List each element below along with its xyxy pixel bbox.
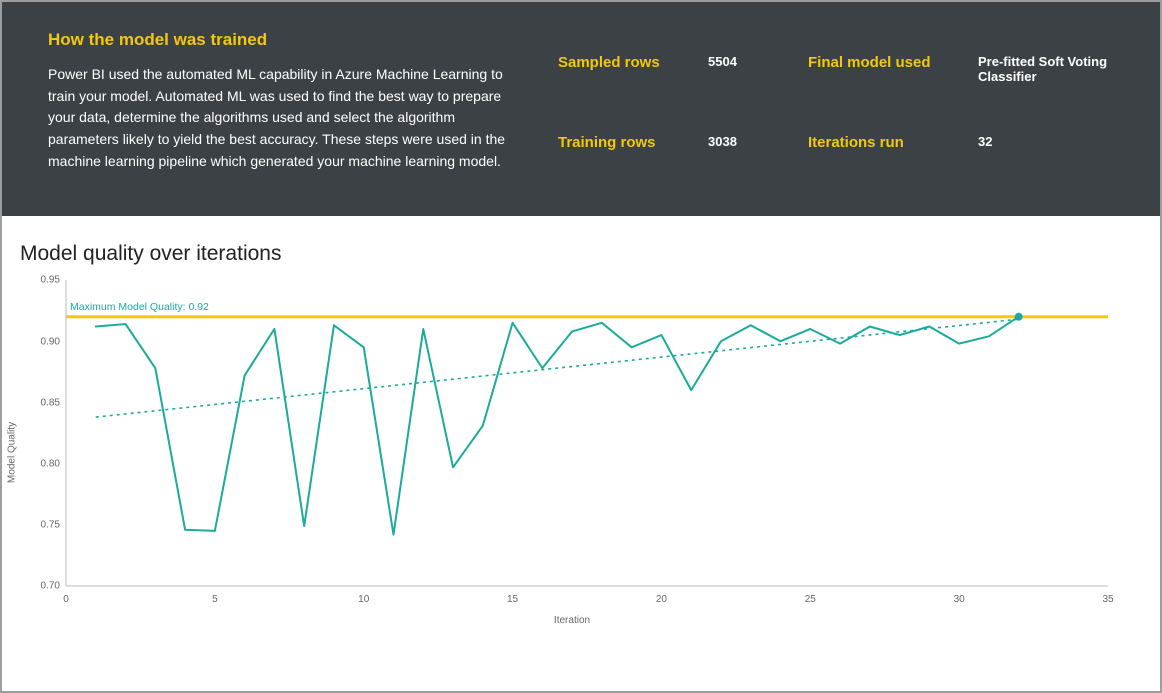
stat-label-iterations: Iterations run [808, 134, 968, 151]
x-axis-label: Iteration [554, 615, 590, 626]
header-text-block: How the model was trained Power BI used … [48, 30, 558, 172]
quality-series [96, 317, 1019, 535]
stat-label-sampled-rows: Sampled rows [558, 54, 698, 71]
trend-line [96, 320, 1019, 418]
header-title: How the model was trained [48, 30, 528, 50]
y-tick: 0.90 [41, 336, 60, 347]
header-description: Power BI used the automated ML capabilit… [48, 64, 528, 172]
y-tick: 0.75 [41, 520, 60, 531]
stat-value-final-model: Pre-fitted Soft Voting Classifier [978, 54, 1114, 84]
chart-area: Model quality over iterations Model Qual… [2, 216, 1160, 632]
y-tick: 0.70 [41, 581, 60, 592]
x-tick: 15 [507, 594, 518, 605]
chart-svg [18, 272, 1126, 622]
x-tick: 25 [805, 594, 816, 605]
y-tick: 0.85 [41, 397, 60, 408]
y-tick: 0.80 [41, 459, 60, 470]
training-summary-header: How the model was trained Power BI used … [2, 2, 1160, 216]
stat-value-iterations: 32 [978, 134, 1114, 149]
stat-label-training-rows: Training rows [558, 134, 698, 151]
stat-label-final-model: Final model used [808, 54, 968, 71]
x-tick: 30 [954, 594, 965, 605]
x-tick: 35 [1102, 594, 1113, 605]
x-tick: 0 [63, 594, 69, 605]
x-tick: 5 [212, 594, 218, 605]
header-stats-grid: Sampled rows 5504 Final model used Pre-f… [558, 30, 1114, 172]
y-tick: 0.95 [41, 275, 60, 286]
stat-value-training-rows: 3038 [708, 134, 798, 149]
max-quality-label: Maximum Model Quality: 0.92 [70, 301, 209, 313]
x-tick: 20 [656, 594, 667, 605]
series-end-marker [1015, 313, 1023, 321]
line-chart: Model Quality Iteration 0.700.750.800.85… [18, 272, 1126, 622]
x-tick: 10 [358, 594, 369, 605]
chart-title: Model quality over iterations [20, 242, 1132, 266]
y-axis-label: Model Quality [7, 422, 18, 483]
stat-value-sampled-rows: 5504 [708, 54, 798, 69]
